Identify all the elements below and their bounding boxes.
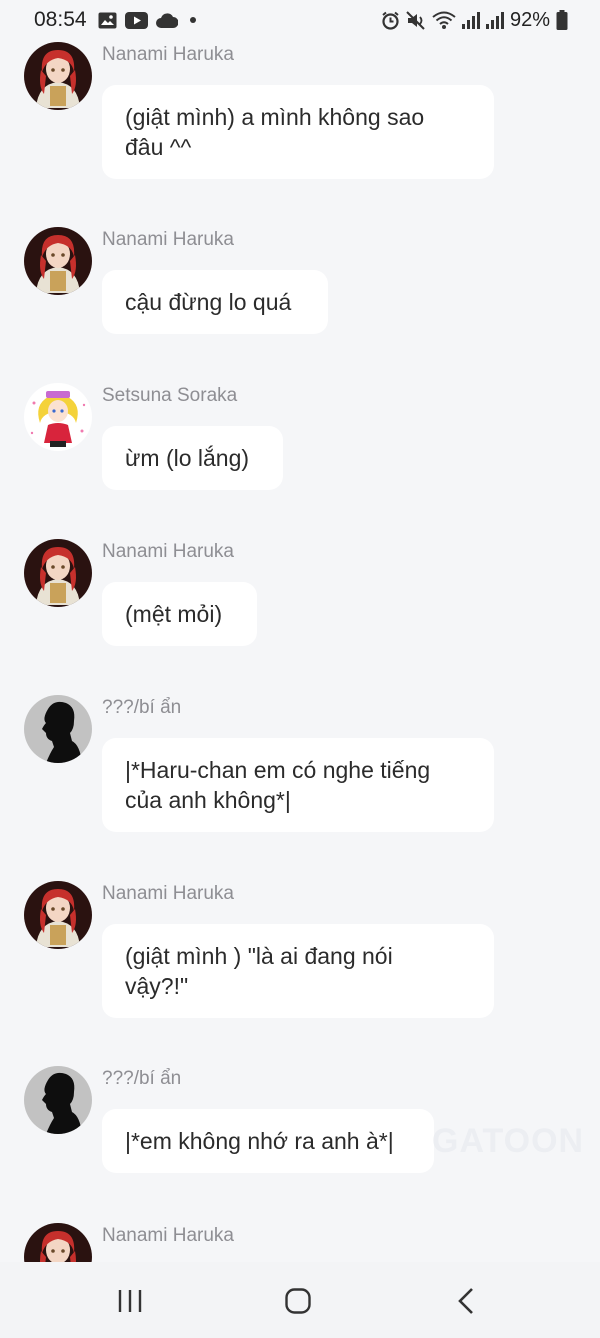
message-text-line: (giật mình) a mình không sao xyxy=(125,104,425,130)
wifi-icon xyxy=(432,11,456,29)
message-text-line: ừm (lo lắng) xyxy=(125,445,250,471)
sender-name: Nanami Haruka xyxy=(102,1225,234,1246)
message-text-line: vậy?!" xyxy=(125,973,189,999)
battery-icon xyxy=(556,10,568,30)
avatar[interactable] xyxy=(24,1066,92,1134)
sender-name: Nanami Haruka xyxy=(102,883,234,904)
back-button[interactable] xyxy=(446,1284,486,1318)
avatar[interactable] xyxy=(24,42,92,110)
message-bubble[interactable]: (giật mình) a mình không sao đâu ^^ xyxy=(102,85,494,179)
message-bubble[interactable]: |*Haru-chan em có nghe tiếng của anh khôn… xyxy=(102,738,494,832)
signal-icon xyxy=(485,12,504,29)
message-bubble[interactable]: ừm (lo lắng) xyxy=(102,426,283,490)
message-text-line: |*Haru-chan em có nghe tiếng xyxy=(125,757,431,783)
message-text-line: |*em không nhớ ra anh à*| xyxy=(125,1128,394,1154)
recents-button[interactable] xyxy=(110,1284,150,1318)
watermark-logo: GATOON xyxy=(432,1122,585,1160)
message-text-line: của anh không*| xyxy=(125,787,291,813)
message-bubble[interactable]: cậu đừng lo quá xyxy=(102,270,328,334)
message-bubble[interactable]: |*em không nhớ ra anh à*| xyxy=(102,1109,434,1173)
sender-name: Setsuna Soraka xyxy=(102,385,238,406)
sender-name: Nanami Haruka xyxy=(102,44,234,65)
signal-icon xyxy=(461,12,480,29)
sender-name: Nanami Haruka xyxy=(102,541,234,562)
gallery-icon xyxy=(98,12,117,28)
avatar[interactable] xyxy=(24,539,92,607)
message-bubble[interactable]: (mệt mỏi) xyxy=(102,582,257,646)
home-icon xyxy=(285,1288,311,1314)
message-text-line: (mệt mỏi) xyxy=(125,601,223,627)
avatar[interactable] xyxy=(24,227,92,295)
alarm-icon xyxy=(382,11,399,30)
message-text-line: (giật mình ) "là ai đang nói xyxy=(125,943,393,969)
home-button[interactable] xyxy=(278,1284,318,1318)
status-time: 08:54 xyxy=(34,8,87,31)
navigation-bar xyxy=(0,1262,600,1338)
status-bar: 08:54 92% xyxy=(0,0,600,40)
message-text-line: cậu đừng lo quá xyxy=(125,289,292,315)
dot-icon xyxy=(190,17,196,23)
sender-name: ???/bí ẩn xyxy=(102,1068,182,1089)
youtube-icon xyxy=(125,11,148,29)
avatar[interactable] xyxy=(24,695,92,763)
recents-icon xyxy=(118,1290,142,1312)
avatar[interactable] xyxy=(24,881,92,949)
avatar[interactable] xyxy=(24,383,92,451)
message-bubble[interactable]: (giật mình ) "là ai đang nói vậy?!" xyxy=(102,924,494,1018)
back-icon xyxy=(458,1288,473,1314)
cloud-icon xyxy=(156,12,178,28)
mute-icon xyxy=(406,10,425,30)
sender-name: Nanami Haruka xyxy=(102,229,234,250)
message-text-line: đâu ^^ xyxy=(125,134,192,160)
sender-name: ???/bí ẩn xyxy=(102,697,182,718)
battery-percentage: 92% xyxy=(509,8,550,31)
